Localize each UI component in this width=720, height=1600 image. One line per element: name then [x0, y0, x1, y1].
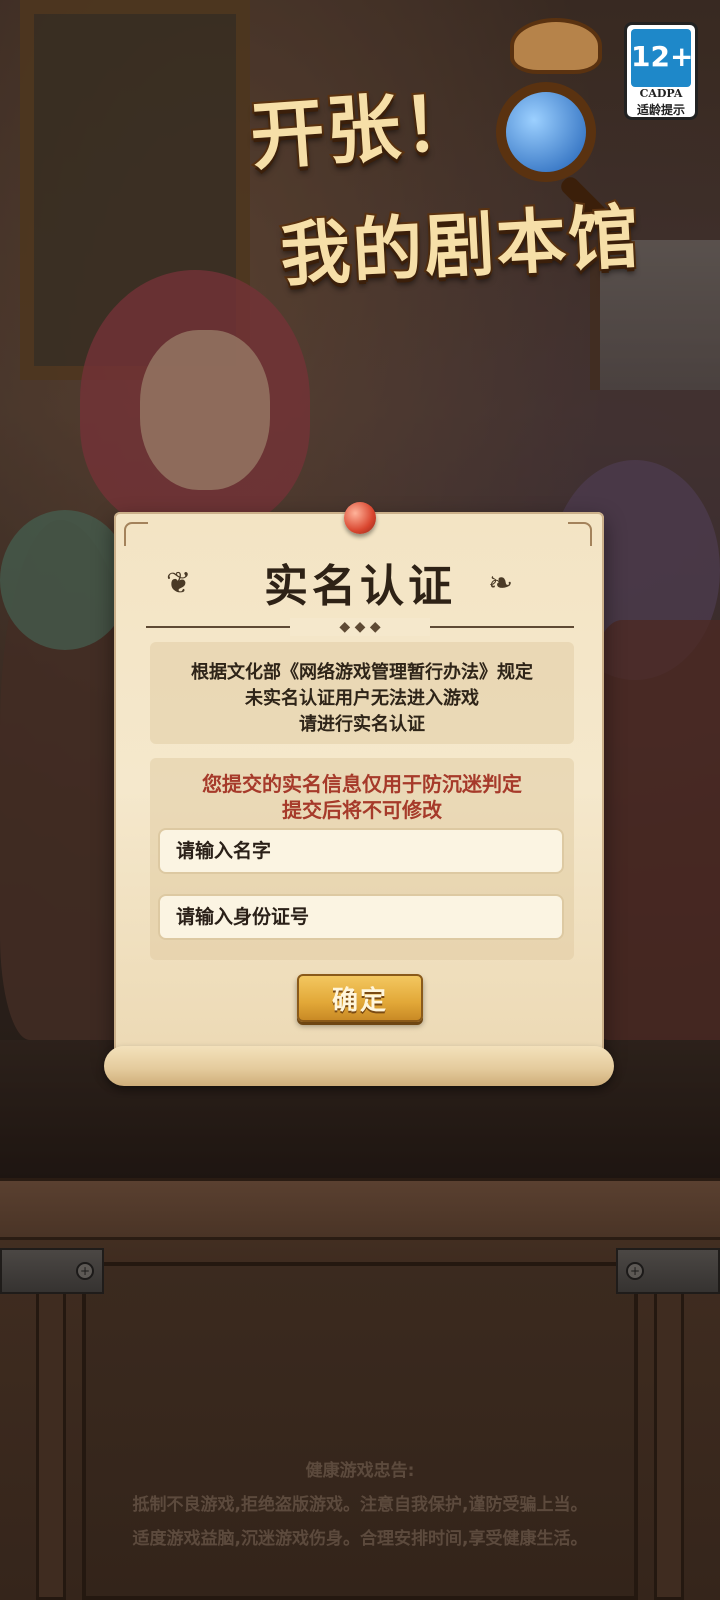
age-rating-org: CADPA: [639, 87, 683, 100]
corner-ornament: [124, 522, 148, 546]
scroll-roll: [104, 1046, 614, 1086]
detective-hat-icon: [510, 18, 602, 74]
corner-ornament: [568, 522, 592, 546]
health-advice-line: 适度游戏益脑,沉迷游戏伤身。合理安排时间,享受健康生活。: [132, 1529, 588, 1549]
logo-title-line2: 我的剧本馆: [276, 194, 644, 299]
wood-post: [654, 1290, 684, 1600]
health-advice-title: 健康游戏忠告:: [305, 1461, 415, 1481]
divider-ornament-icon: ◆ ◆ ◆: [290, 618, 430, 636]
dialog-title: 实名认证: [264, 561, 456, 612]
logo-title-line1: 开张！: [246, 77, 483, 183]
warning-line: 您提交的实名信息仅用于防沉迷判定: [202, 772, 522, 796]
age-rating-tip: 适龄提示: [636, 103, 685, 117]
notice-line: 未实名认证用户无法进入游戏: [245, 688, 479, 709]
game-logo: 开张！ 我的剧本馆: [240, 18, 660, 300]
age-rating-value: 12+: [631, 29, 693, 87]
pin-icon: [344, 502, 376, 534]
id-number-input[interactable]: [158, 894, 564, 940]
health-advice-line: 抵制不良游戏,拒绝盗版游戏。注意自我保护,谨防受骗上当。: [132, 1495, 588, 1515]
confirm-button[interactable]: 确定: [297, 974, 423, 1022]
wood-top-bar: [0, 1178, 720, 1240]
warning-line: 提交后将不可修改: [282, 798, 442, 822]
notice-line: 请进行实名认证: [299, 714, 425, 735]
leaf-ornament-icon: ❦: [166, 566, 192, 601]
bolt-icon: +: [626, 1262, 644, 1280]
magnifier-icon: [496, 82, 596, 182]
name-input[interactable]: [158, 828, 564, 874]
leaf-ornament-icon: ❧: [488, 566, 514, 601]
wood-panel: [82, 1262, 638, 1600]
bolt-icon: +: [76, 1262, 94, 1280]
age-rating-badge: 12+ CADPA 适龄提示: [624, 22, 698, 120]
wood-post: [36, 1290, 66, 1600]
notice-line: 根据文化部《网络游戏管理暂行办法》规定: [191, 662, 533, 683]
